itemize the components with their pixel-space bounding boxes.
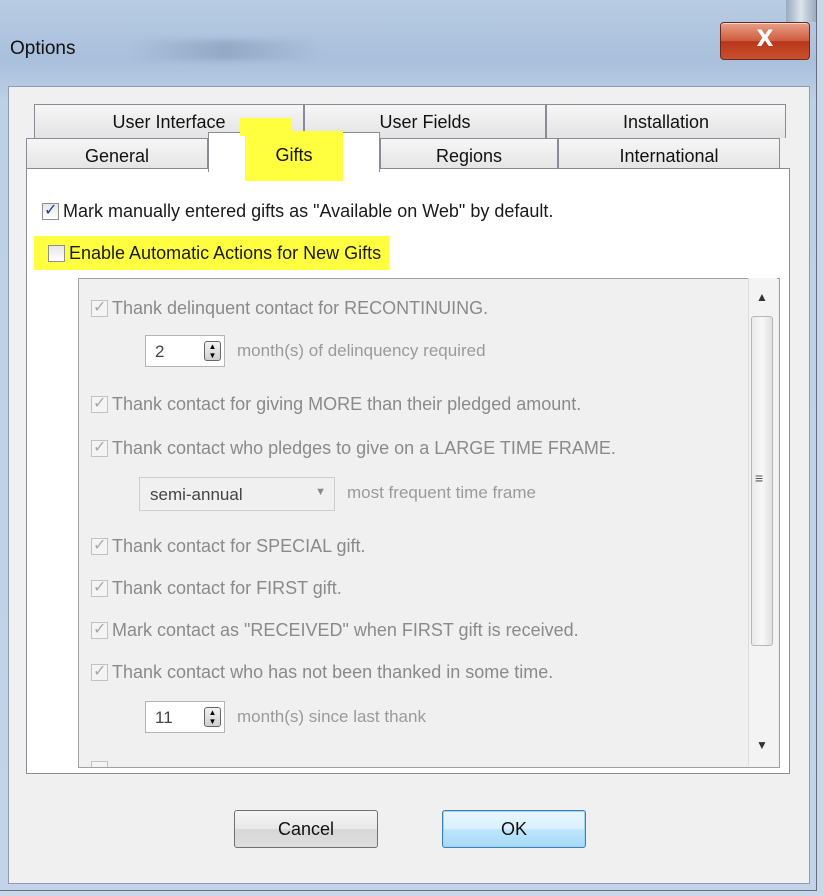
- recontinuing-label: Thank delinquent contact for RECONTINUIN…: [112, 297, 489, 318]
- enable-auto-label: Enable Automatic Actions for New Gifts: [69, 242, 382, 263]
- close-button[interactable]: X: [720, 22, 810, 60]
- not-thanked-checkbox: [91, 661, 108, 681]
- time-frame-hint: most frequent time frame: [347, 483, 536, 502]
- tab-gifts[interactable]: Gifts: [208, 131, 380, 181]
- last-thank-spinner: 11 ▲ ▼: [145, 701, 225, 733]
- list-item: Thank contact for FIRST gift.: [91, 577, 342, 599]
- options-dialog: Options X User Interface User Fields Ins…: [0, 0, 817, 891]
- list-item: Thank contact for SPECIAL gift.: [91, 535, 365, 557]
- tab-installation-label: Installation: [622, 112, 710, 132]
- window-title: Options: [10, 38, 76, 59]
- tab-international-label: International: [619, 146, 719, 166]
- delinquency-hint: month(s) of delinquency required: [237, 341, 486, 360]
- next-item-checkbox: [91, 761, 108, 767]
- cancel-button[interactable]: Cancel: [234, 810, 378, 848]
- tab-user-fields-label: User Fields: [379, 112, 471, 132]
- highlight-mark: [240, 118, 292, 136]
- spinner-arrows-icon: ▲ ▼: [204, 341, 221, 361]
- not-thanked-label: Thank contact who has not been thanked i…: [112, 661, 554, 682]
- dropdown-arrow-icon: ▼: [315, 486, 326, 498]
- first-gift-checkbox: [91, 577, 108, 597]
- large-time-frame-label: Thank contact who pledges to give on a L…: [112, 437, 616, 458]
- background-scrollbar: [786, 0, 816, 22]
- list-item: Thank delinquent contact for RECONTINUIN…: [91, 297, 488, 319]
- delinquency-value: 2: [155, 342, 165, 361]
- mark-received-label: Mark contact as "RECEIVED" when FIRST gi…: [112, 619, 579, 640]
- list-item: Mark contact as "RECEIVED" when FIRST gi…: [91, 619, 579, 641]
- ok-button[interactable]: OK: [442, 810, 586, 848]
- mark-web-label: Mark manually entered gifts as "Availabl…: [63, 200, 554, 221]
- time-frame-dropdown: semi-annual ▼: [139, 477, 335, 511]
- spinner-arrows-icon: ▲ ▼: [204, 707, 221, 727]
- last-thank-hint: month(s) since last thank: [237, 707, 426, 726]
- auto-actions-scrollbar[interactable]: ▲ ≡ ▼: [748, 278, 777, 766]
- list-item: Thank contact who has not been thanked i…: [91, 661, 553, 683]
- auto-actions-list: Thank delinquent contact for RECONTINUIN…: [78, 278, 780, 768]
- list-item: Thank contact for giving MORE than their…: [91, 393, 581, 415]
- giving-more-label: Thank contact for giving MORE than their…: [112, 393, 582, 414]
- tab-gifts-label: Gifts: [245, 131, 343, 181]
- last-thank-value: 11: [155, 708, 173, 727]
- tab-general-label: General: [84, 146, 150, 166]
- mark-received-checkbox: [91, 619, 108, 639]
- grip-icon: ≡: [755, 470, 764, 486]
- blurred-title-text: [130, 40, 320, 60]
- mark-web-option[interactable]: Mark manually entered gifts as "Availabl…: [42, 200, 553, 222]
- tab-international[interactable]: International: [558, 138, 780, 172]
- large-time-frame-checkbox: [91, 437, 108, 457]
- recontinuing-checkbox: [91, 297, 108, 317]
- giving-more-checkbox: [91, 393, 108, 413]
- special-gift-checkbox: [91, 535, 108, 555]
- first-gift-label: Thank contact for FIRST gift.: [112, 577, 342, 598]
- special-gift-label: Thank contact for SPECIAL gift.: [112, 535, 366, 556]
- tab-regions[interactable]: Regions: [380, 138, 558, 172]
- enable-auto-checkbox[interactable]: [48, 244, 65, 262]
- tab-user-interface-label: User Interface: [112, 112, 226, 132]
- mark-web-checkbox[interactable]: [42, 200, 59, 220]
- tab-regions-label: Regions: [435, 146, 503, 166]
- tab-general[interactable]: General: [26, 138, 208, 172]
- time-frame-value: semi-annual: [150, 485, 243, 504]
- tab-installation[interactable]: Installation: [546, 104, 786, 138]
- delinquency-spinner: 2 ▲ ▼: [145, 335, 225, 367]
- scroll-down-icon[interactable]: ▼: [756, 738, 768, 752]
- list-item: Thank contact who pledges to give on a L…: [91, 437, 616, 459]
- enable-auto-option[interactable]: Enable Automatic Actions for New Gifts: [34, 236, 390, 270]
- scroll-up-icon[interactable]: ▲: [756, 290, 768, 304]
